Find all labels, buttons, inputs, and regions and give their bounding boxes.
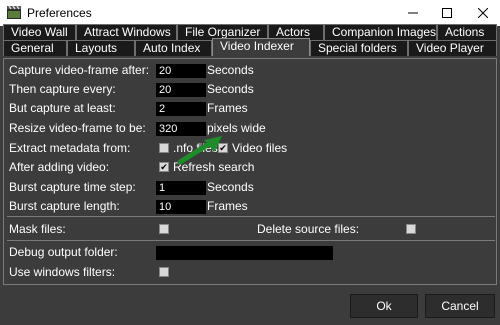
- capture-every-unit: Seconds: [207, 82, 254, 96]
- tab-attract-windows[interactable]: Attract Windows: [76, 24, 177, 40]
- burst-step-unit: Seconds: [207, 180, 254, 194]
- clapperboard-icon: [7, 6, 21, 19]
- burst-step-field[interactable]: 1: [156, 181, 206, 195]
- burst-length-label: Burst capture length:: [9, 199, 120, 213]
- capture-every-label: Then capture every:: [9, 82, 116, 96]
- tab-video-wall[interactable]: Video Wall: [3, 24, 76, 40]
- tab-layouts[interactable]: Layouts: [67, 40, 135, 56]
- title-bar: Preferences: [0, 0, 500, 26]
- tab-special-folders[interactable]: Special folders: [310, 40, 408, 56]
- tab-strip: Video Wall Attract Windows File Organize…: [0, 24, 500, 58]
- close-button[interactable]: [466, 0, 500, 26]
- refresh-search-checkbox[interactable]: ✔: [159, 162, 169, 172]
- resize-unit: pixels wide: [207, 121, 266, 135]
- tab-general[interactable]: General: [3, 40, 67, 56]
- separator: [7, 240, 495, 241]
- separator: [7, 216, 495, 217]
- debug-folder-field[interactable]: [156, 246, 333, 260]
- tab-video-player[interactable]: Video Player: [408, 40, 497, 56]
- burst-length-unit: Frames: [207, 199, 248, 213]
- capture-least-label: But capture at least:: [9, 101, 116, 115]
- cancel-button[interactable]: Cancel: [425, 294, 495, 318]
- windows-filters-checkbox[interactable]: [159, 267, 169, 277]
- capture-after-label: Capture video-frame after:: [9, 63, 150, 77]
- tab-video-indexer[interactable]: Video Indexer: [212, 38, 310, 56]
- after-adding-label: After adding video:: [9, 160, 110, 174]
- close-icon: [478, 8, 488, 18]
- debug-folder-label: Debug output folder:: [9, 245, 118, 259]
- tab-auto-index[interactable]: Auto Index: [135, 40, 212, 56]
- tab-actions[interactable]: Actions: [437, 24, 497, 40]
- extract-metadata-label: Extract metadata from:: [9, 141, 131, 155]
- mask-files-checkbox[interactable]: [159, 224, 169, 234]
- capture-after-unit: Seconds: [207, 63, 254, 77]
- mask-files-label: Mask files:: [9, 222, 66, 236]
- nfo-files-checkbox[interactable]: [159, 143, 169, 153]
- window-title: Preferences: [27, 6, 92, 20]
- ok-button[interactable]: Ok: [350, 294, 418, 318]
- windows-filters-label: Use windows filters:: [9, 265, 116, 279]
- minimize-button[interactable]: [396, 0, 430, 26]
- burst-length-field[interactable]: 10: [156, 200, 206, 214]
- capture-after-field[interactable]: 20: [156, 64, 206, 78]
- delete-source-label: Delete source files:: [257, 222, 360, 236]
- tab-companion-images[interactable]: Companion Images: [324, 24, 437, 40]
- maximize-icon: [442, 8, 452, 18]
- capture-least-field[interactable]: 2: [156, 102, 206, 116]
- video-files-label: Video files: [232, 141, 288, 155]
- burst-step-label: Burst capture time step:: [9, 180, 136, 194]
- resize-label: Resize video-frame to be:: [9, 121, 146, 135]
- maximize-button[interactable]: [430, 0, 464, 26]
- capture-every-field[interactable]: 20: [156, 83, 206, 97]
- green-arrow-annotation: [177, 136, 222, 165]
- minimize-icon: [408, 12, 418, 14]
- delete-source-checkbox[interactable]: [406, 224, 416, 234]
- capture-least-unit: Frames: [207, 101, 248, 115]
- video-indexer-panel: Capture video-frame after: 20 Seconds Th…: [3, 58, 497, 285]
